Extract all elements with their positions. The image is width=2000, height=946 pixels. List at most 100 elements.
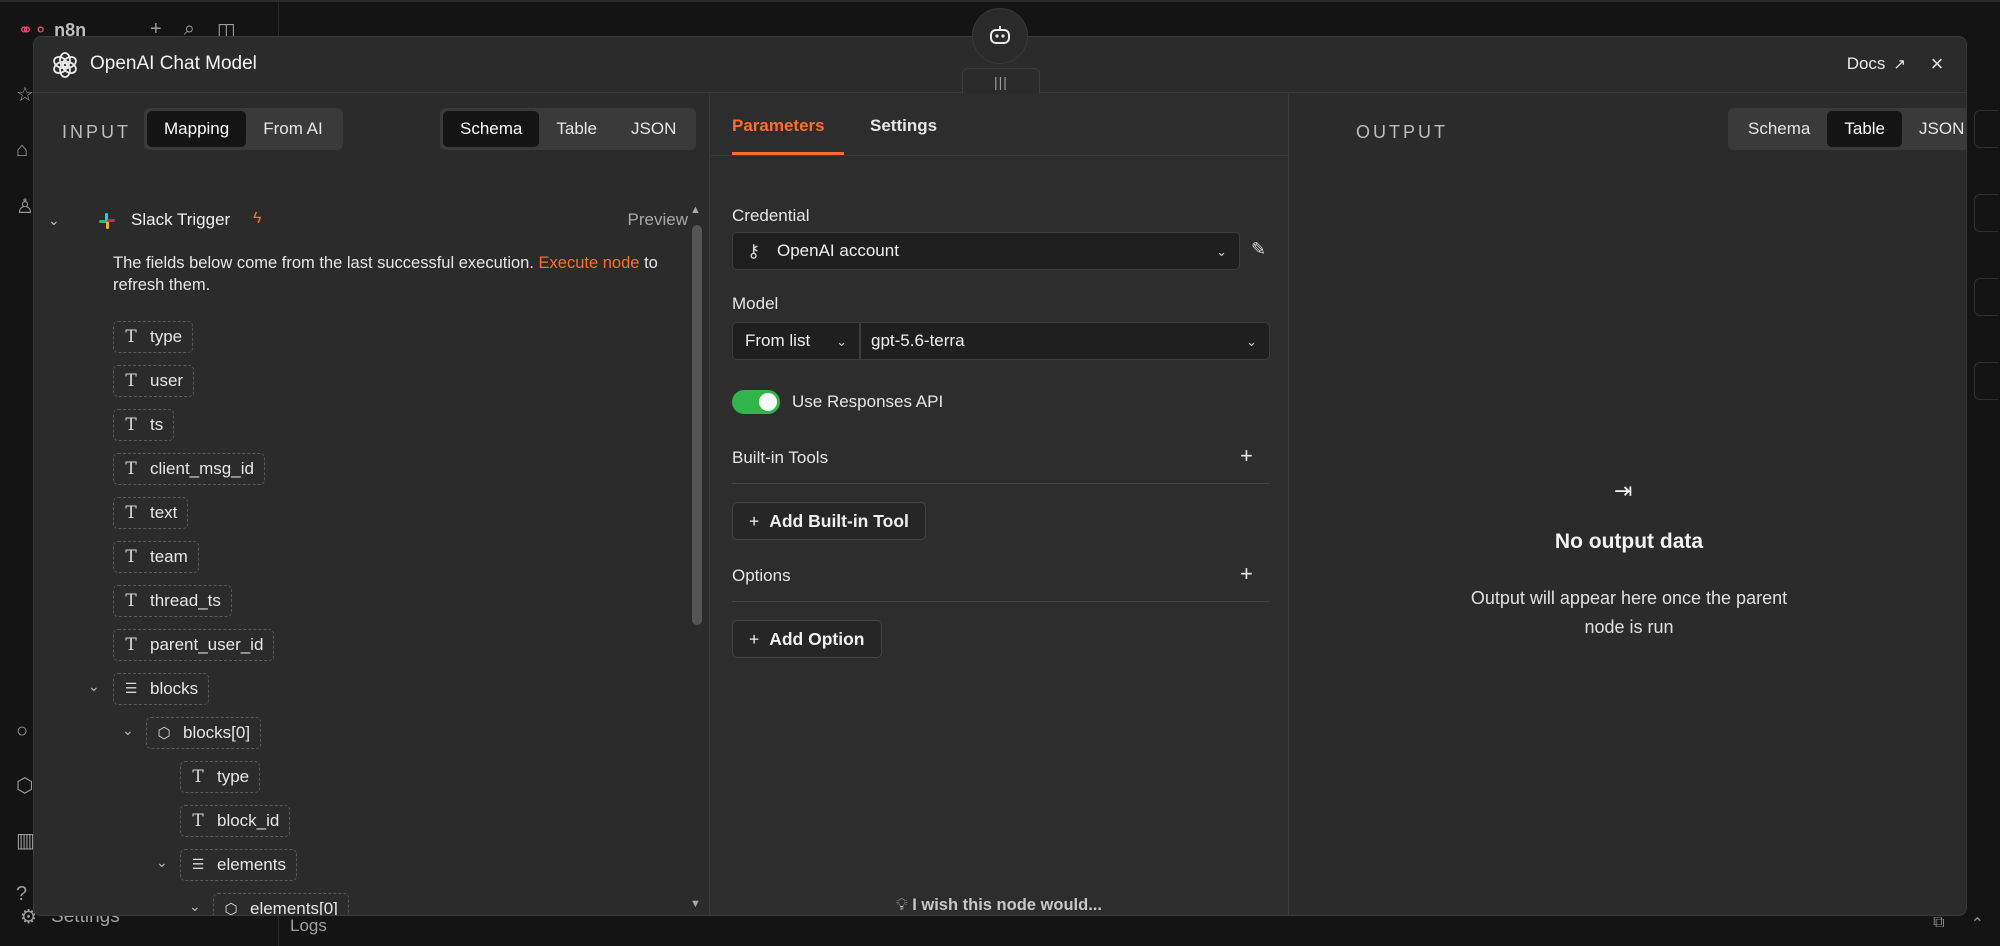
schema-field-array[interactable]: ☰ elements (180, 849, 297, 881)
slack-trigger-row[interactable]: ⌄ Slack Trigger ϟ Preview (48, 208, 688, 234)
node-name: Slack Trigger (131, 210, 231, 229)
field-name: ts (150, 415, 164, 434)
chevron-down-icon[interactable]: ⌄ (156, 854, 168, 871)
execution-hint: The fields below come from the last succ… (113, 252, 673, 296)
parameters-tabs: Parameters Settings (710, 94, 1288, 156)
string-type-icon: T (125, 547, 137, 567)
robot-icon (990, 26, 1010, 44)
model-mode-select[interactable]: From list ⌄ (732, 322, 860, 360)
field-name: type (150, 327, 183, 346)
schema-field[interactable]: Tclient_msg_id (113, 453, 265, 485)
schema-field[interactable]: Tuser (113, 365, 195, 397)
chevron-down-icon[interactable]: ⌄ (88, 678, 100, 695)
home-icon[interactable]: ⌂ (16, 139, 34, 162)
schema-field[interactable]: Tblock_id (180, 805, 291, 837)
chevron-down-icon[interactable]: ⌄ (48, 212, 60, 229)
input-pane: INPUT Mapping From AI Schema Table JSON … (34, 94, 708, 916)
tab-schema[interactable]: Schema (1731, 111, 1827, 147)
field-name: blocks[0] (183, 723, 251, 742)
string-type-icon: T (125, 459, 137, 479)
arrow-right-to-line-icon: ⇥ (1614, 478, 1633, 503)
logs-label[interactable]: Logs (290, 916, 327, 936)
popout-icon[interactable]: ⧉ (1933, 914, 1944, 934)
output-pane: OUTPUT Schema Table JSON ⇥ No output dat… (1290, 94, 1966, 915)
field-name: user (150, 371, 184, 390)
responses-api-toggle[interactable] (732, 390, 780, 414)
external-link-icon: ↗ (1893, 56, 1906, 73)
plus-icon: + (749, 628, 760, 649)
tab-table[interactable]: Table (1827, 111, 1903, 147)
docs-link[interactable]: Docs ↗ (1847, 54, 1906, 74)
field-name: parent_user_id (150, 635, 264, 654)
slack-icon (99, 213, 115, 229)
add-options-plus-icon[interactable]: + (1240, 561, 1253, 587)
model-mode-value: From list (745, 331, 811, 350)
canvas-right-strip (1974, 110, 2000, 430)
input-label: INPUT (62, 122, 131, 142)
scroll-down-arrow[interactable]: ▼ (690, 898, 701, 910)
add-builtin-tools-plus-icon[interactable]: + (1240, 443, 1253, 469)
schema-field[interactable]: Ttext (113, 497, 189, 529)
add-builtin-tool-button[interactable]: + Add Built-in Tool (732, 502, 926, 540)
logs-actions: ⧉ ⌃ (1933, 914, 1984, 934)
schema-field-object[interactable]: ⬡ elements[0] (213, 893, 349, 916)
feature-request-link[interactable]: 💡︎ I wish this node would... (710, 896, 1288, 915)
field-name: client_msg_id (150, 459, 254, 478)
edit-pencil-icon[interactable]: ✎ (1251, 239, 1266, 260)
add-option-button[interactable]: + Add Option (732, 620, 882, 658)
preview-label: Preview (627, 210, 688, 229)
empty-title: No output data (1554, 530, 1704, 553)
field-name: blocks (150, 679, 199, 698)
scrollbar-thumb[interactable] (692, 225, 702, 625)
schema-field-object[interactable]: ⬡ blocks[0] (146, 717, 262, 749)
execute-node-link[interactable]: Execute node (539, 254, 640, 272)
tab-schema[interactable]: Schema (443, 111, 540, 147)
output-view-toggle: Schema Table JSON (1728, 108, 1966, 150)
key-icon: ⚷ (747, 241, 761, 261)
close-button[interactable]: × (1924, 51, 1950, 77)
sidebar-icons: ☆ ⌂ ♙ (16, 82, 34, 219)
builtin-tools-label: Built-in Tools (732, 448, 829, 467)
star-icon[interactable]: ☆ (16, 82, 34, 107)
chevron-down-icon[interactable]: ⌄ (189, 898, 201, 915)
model-value: gpt-5.6-terra (871, 331, 965, 350)
tab-table[interactable]: Table (539, 111, 614, 147)
schema-field[interactable]: Tts (113, 409, 175, 441)
field-name: elements (217, 855, 286, 874)
credential-label: Credential (732, 206, 810, 225)
user-icon[interactable]: ♙ (16, 194, 34, 219)
openai-logo-icon (53, 52, 77, 78)
cube-icon: ⬡ (224, 900, 238, 916)
scroll-up-arrow[interactable]: ▲ (690, 204, 701, 216)
schema-field[interactable]: Tthread_ts (113, 585, 232, 617)
schema-field-array[interactable]: ☰ blocks (113, 673, 210, 705)
tab-json[interactable]: JSON (614, 111, 693, 147)
field-name: team (150, 547, 188, 566)
chevron-up-icon[interactable]: ⌃ (1971, 914, 1984, 934)
ai-assistant-button[interactable] (972, 8, 1028, 64)
tab-parameters[interactable]: Parameters (732, 116, 825, 136)
options-label: Options (732, 566, 791, 585)
parameters-pane: Parameters Settings Credential ⚷ OpenAI … (709, 94, 1289, 915)
tab-from-ai[interactable]: From AI (246, 111, 340, 147)
tab-json[interactable]: JSON (1902, 111, 1966, 147)
string-type-icon: T (125, 415, 137, 435)
drag-handle[interactable]: ||| (962, 68, 1040, 94)
chevron-down-icon[interactable]: ⌄ (122, 722, 134, 739)
string-type-icon: T (125, 371, 137, 391)
model-select[interactable]: gpt-5.6-terra ⌄ (860, 322, 1270, 360)
active-tab-underline (732, 152, 844, 155)
cube-icon: ⬡ (157, 724, 171, 742)
empty-description: Output will appear here once the parent … (1470, 588, 1788, 637)
tab-mapping[interactable]: Mapping (147, 111, 247, 147)
responses-api-label: Use Responses API (792, 392, 944, 411)
tab-settings[interactable]: Settings (870, 116, 937, 136)
divider (732, 483, 1270, 484)
chevron-down-icon: ⌄ (836, 334, 847, 349)
schema-field[interactable]: Ttype (113, 321, 194, 353)
schema-field[interactable]: Tteam (113, 541, 199, 573)
docs-label: Docs (1846, 54, 1886, 73)
schema-field[interactable]: Ttype (180, 761, 261, 793)
credential-select[interactable]: ⚷ OpenAI account ⌄ (732, 232, 1240, 270)
schema-field[interactable]: Tparent_user_id (113, 629, 275, 661)
